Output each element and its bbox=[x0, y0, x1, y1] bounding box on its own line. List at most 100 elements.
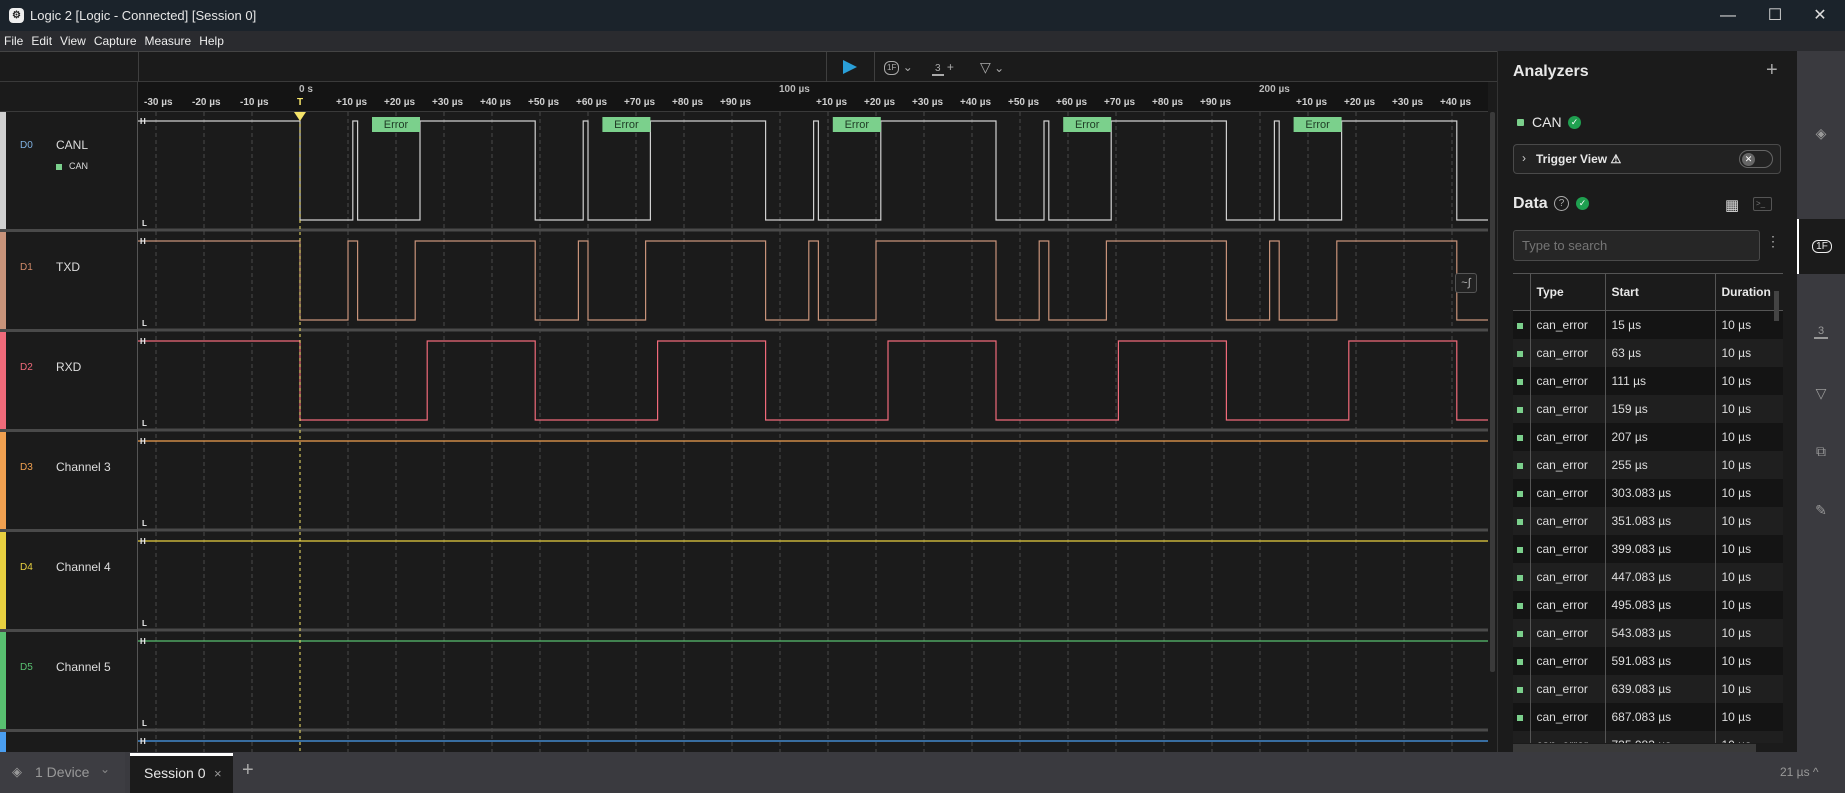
channel-id: D0 bbox=[20, 140, 33, 151]
start-capture-button[interactable] bbox=[841, 52, 861, 82]
trigger-view-label: Trigger View ⚠ bbox=[1536, 152, 1622, 166]
channel-row-d1[interactable]: D1 TXD bbox=[0, 232, 137, 332]
table-row[interactable]: can_error 15 µs 10 µs bbox=[1513, 310, 1783, 339]
toolbar: 1F ⌄ 3 + ▽ ⌄ bbox=[0, 51, 1497, 83]
measurements-icon[interactable]: 3 bbox=[1797, 304, 1845, 359]
analyzer-name[interactable]: CAN bbox=[1532, 114, 1562, 130]
ruler-tick-label: +30 µs bbox=[1392, 97, 1424, 108]
cell-start: 15 µs bbox=[1605, 310, 1716, 339]
channel-row-d3[interactable]: D3 Channel 3 bbox=[0, 432, 137, 532]
channel-row-d5[interactable]: D5 Channel 5 bbox=[0, 632, 137, 732]
channel-row-d2[interactable]: D2 RXD bbox=[0, 332, 137, 432]
table-row[interactable]: can_error 543.083 µs 10 µs bbox=[1513, 618, 1783, 647]
notes-icon[interactable]: ✎ bbox=[1797, 483, 1845, 538]
analyzers-heading: Analyzers bbox=[1513, 63, 1589, 80]
channel-name[interactable]: CANL bbox=[56, 138, 88, 152]
time-ruler[interactable]: 0 s 100 µs 200 µs -30 µs -20 µs -10 µs +10 µs +… bbox=[138, 82, 1488, 112]
data-table[interactable]: Type Start Duration can_error 15 µs 10 µ… bbox=[1513, 273, 1783, 743]
level-low-label: L bbox=[142, 719, 147, 728]
tab-session-0[interactable]: Session 0 × bbox=[130, 753, 233, 793]
add-session-button[interactable]: + bbox=[242, 759, 254, 782]
channel-name[interactable]: TXD bbox=[56, 260, 80, 274]
table-row[interactable]: can_error 735.083 µs 10 µs bbox=[1513, 730, 1783, 743]
channel-name[interactable]: Channel 5 bbox=[56, 660, 111, 674]
column-header-duration[interactable]: Duration bbox=[1715, 274, 1783, 311]
add-icon: + bbox=[946, 60, 954, 74]
channel-name[interactable]: Channel 3 bbox=[56, 460, 111, 474]
trigger-button[interactable]: ▽ ⌄ bbox=[980, 52, 1004, 82]
cell-duration: 10 µs bbox=[1721, 625, 1752, 640]
chevron-down-icon: ⌄ bbox=[902, 60, 913, 74]
table-row[interactable]: can_error 63 µs 10 µs bbox=[1513, 338, 1783, 367]
table-row[interactable]: can_error 159 µs 10 µs bbox=[1513, 394, 1783, 423]
minimize-button[interactable]: — bbox=[1708, 4, 1748, 28]
menu-help[interactable]: Help bbox=[195, 31, 228, 48]
cell-duration: 10 µs bbox=[1721, 345, 1752, 360]
device-settings-icon[interactable]: ◈ bbox=[1797, 106, 1845, 161]
data-search-input[interactable] bbox=[1513, 230, 1760, 261]
trigger-view-row[interactable]: › Trigger View ⚠ ✕ bbox=[1513, 144, 1781, 174]
maximize-button[interactable]: ☐ bbox=[1755, 4, 1795, 28]
cell-type: can_error bbox=[1530, 618, 1606, 647]
device-selector[interactable]: ◈ 1 Device ⌄ bbox=[0, 752, 125, 793]
table-row[interactable]: can_error 639.083 µs 10 µs bbox=[1513, 674, 1783, 703]
more-options-icon[interactable]: ⋮ bbox=[1766, 233, 1780, 250]
channel-color-bar bbox=[0, 632, 6, 729]
trigger-view-toggle[interactable]: ✕ bbox=[1739, 150, 1773, 168]
scrollbar-thumb[interactable] bbox=[1490, 112, 1495, 672]
channel-name[interactable]: Channel 4 bbox=[56, 560, 111, 574]
timing-readout[interactable]: 21 µs ^ bbox=[1780, 765, 1819, 779]
glitch-filter-icon[interactable]: ~∫ bbox=[1455, 273, 1477, 293]
column-header-start[interactable]: Start bbox=[1605, 273, 1716, 311]
channel-row-d6[interactable]: D6 bbox=[0, 732, 137, 752]
channel-color-bar bbox=[0, 732, 6, 752]
table-row[interactable]: can_error 687.083 µs 10 µs bbox=[1513, 702, 1783, 731]
ruler-tick-label: +20 µs bbox=[384, 97, 416, 108]
cell-start: 303.083 µs bbox=[1605, 478, 1716, 507]
ruler-tick-label: +80 µs bbox=[1152, 97, 1184, 108]
table-row[interactable]: can_error 591.083 µs 10 µs bbox=[1513, 646, 1783, 675]
divider bbox=[138, 52, 139, 83]
trigger-icon[interactable]: ▽ bbox=[1797, 366, 1845, 421]
table-row[interactable]: can_error 399.083 µs 10 µs bbox=[1513, 534, 1783, 563]
close-window-button[interactable]: ✕ bbox=[1800, 4, 1840, 28]
help-icon[interactable]: ? bbox=[1554, 196, 1569, 211]
table-horizontal-scrollbar[interactable] bbox=[1513, 744, 1756, 752]
error-frame-label: Error bbox=[845, 119, 870, 131]
menu-file[interactable]: File bbox=[0, 31, 27, 48]
row-color-swatch bbox=[1513, 506, 1531, 535]
table-scrollbar[interactable] bbox=[1774, 291, 1779, 321]
cell-duration: 10 µs bbox=[1721, 429, 1752, 444]
column-header-type[interactable]: Type bbox=[1530, 273, 1606, 311]
cell-start: 639.083 µs bbox=[1605, 674, 1716, 703]
menu-measure[interactable]: Measure bbox=[141, 31, 196, 48]
channel-name[interactable]: RXD bbox=[56, 360, 81, 374]
table-row[interactable]: can_error 111 µs 10 µs bbox=[1513, 366, 1783, 395]
waveform-canvas[interactable]: HLHLHLHLHLHLHError Error Error Error Error bbox=[138, 112, 1488, 752]
channel-row-d4[interactable]: D4 Channel 4 bbox=[0, 532, 137, 632]
table-row[interactable]: can_error 495.083 µs 10 µs bbox=[1513, 590, 1783, 619]
terminal-view-icon[interactable]: >_ bbox=[1753, 197, 1772, 211]
table-row[interactable]: can_error 351.083 µs 10 µs bbox=[1513, 506, 1783, 535]
ruler-tick-label: +40 µs bbox=[480, 97, 512, 108]
add-analyzer-button[interactable]: + bbox=[1766, 59, 1778, 82]
extensions-icon[interactable]: ⧉ bbox=[1797, 424, 1845, 479]
analyzers-icon[interactable]: 1F bbox=[1797, 219, 1845, 274]
close-tab-icon[interactable]: × bbox=[214, 766, 222, 781]
table-row[interactable]: can_error 207 µs 10 µs bbox=[1513, 422, 1783, 451]
menu-view[interactable]: View bbox=[56, 31, 90, 48]
menu-edit[interactable]: Edit bbox=[27, 31, 56, 48]
add-measurement-button[interactable]: 3 + bbox=[932, 52, 954, 82]
cell-type: can_error bbox=[1530, 562, 1606, 591]
waveform-area[interactable]: H L H L H L H L H L H L H Error Error Error Error Error bbox=[138, 112, 1488, 752]
table-row[interactable]: can_error 303.083 µs 10 µs bbox=[1513, 478, 1783, 507]
waveform-d0 bbox=[138, 120, 1488, 221]
table-view-icon[interactable]: ▦ bbox=[1725, 196, 1739, 214]
table-row[interactable]: can_error 255 µs 10 µs bbox=[1513, 450, 1783, 479]
channel-row-d0[interactable]: D0 CANL CAN bbox=[0, 112, 137, 232]
ruler-tick-label: +70 µs bbox=[624, 97, 656, 108]
menu-capture[interactable]: Capture bbox=[90, 31, 141, 48]
add-analyzer-button[interactable]: 1F ⌄ bbox=[884, 52, 913, 82]
table-row[interactable]: can_error 447.083 µs 10 µs bbox=[1513, 562, 1783, 591]
vertical-scrollbar[interactable] bbox=[1488, 112, 1497, 752]
